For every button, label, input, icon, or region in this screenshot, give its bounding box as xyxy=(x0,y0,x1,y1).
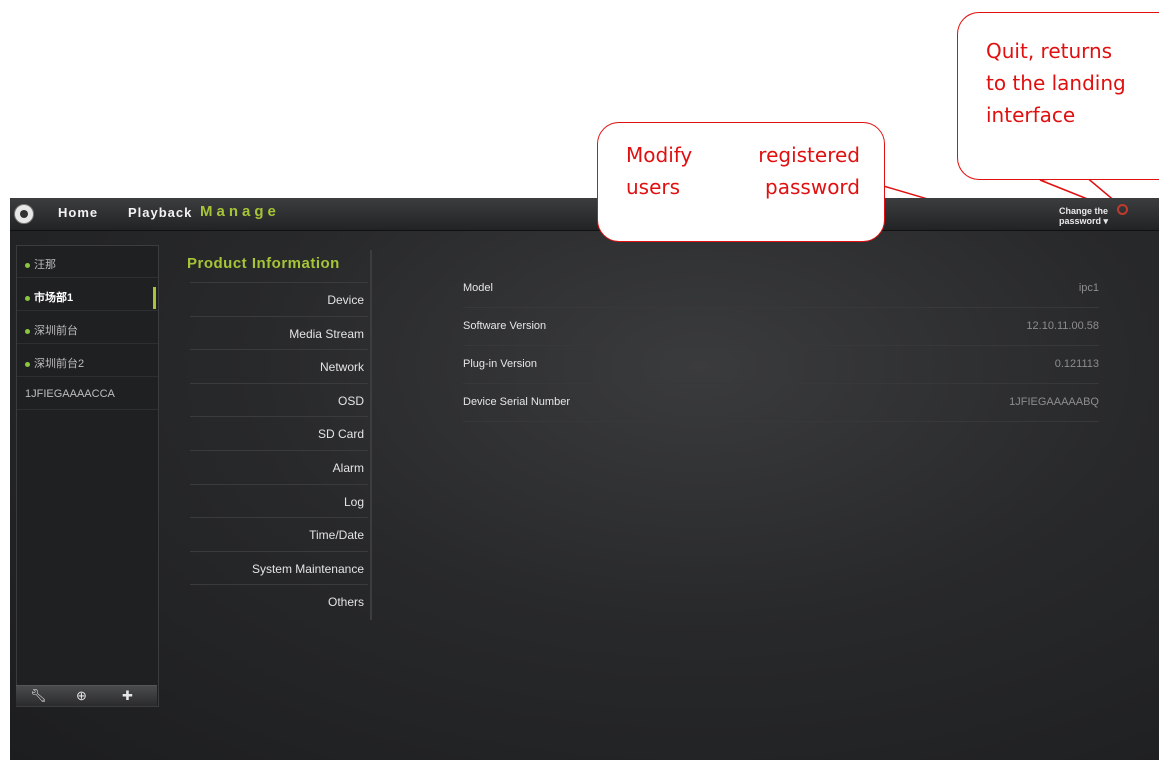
nav-home[interactable]: Home xyxy=(58,205,98,220)
change-password-label-line1: Change the xyxy=(1058,206,1108,216)
info-label: Device Serial Number xyxy=(463,396,570,408)
menu-item[interactable]: OSD xyxy=(190,382,368,416)
menu-item[interactable]: Device xyxy=(190,282,368,315)
info-label: Model xyxy=(463,282,493,294)
device-label: 市场部1 xyxy=(34,292,74,304)
zoom-icon[interactable]: ⊕ xyxy=(76,688,87,704)
online-status-icon xyxy=(25,262,30,268)
change-password-label-line2: password ▾ xyxy=(1058,216,1108,226)
device-list-item[interactable]: 汪那 xyxy=(17,246,158,278)
menu-item[interactable]: Network xyxy=(190,349,368,382)
device-list-item[interactable]: 市场部1 xyxy=(17,279,158,311)
device-list: 汪那市场部1 深圳前台深圳前台2 1JFIEGAAAACCA xyxy=(16,245,159,707)
device-label: 深圳前台2 xyxy=(34,358,85,370)
nav-playback[interactable]: Playback xyxy=(128,205,192,220)
device-list-item[interactable]: 深圳前台 xyxy=(17,312,158,344)
device-label: 深圳前台 xyxy=(34,325,78,337)
power-icon[interactable] xyxy=(1117,204,1128,215)
callout-quit: Quit, returns to the landing interface xyxy=(957,12,1159,180)
online-status-icon xyxy=(25,361,30,367)
device-list-item[interactable]: 深圳前台2 xyxy=(17,345,158,377)
callout-quit-line3: interface xyxy=(986,103,1076,127)
info-label: Plug-in Version xyxy=(463,358,537,370)
callout-quit-line1: Quit, returns xyxy=(986,39,1113,63)
device-label: 1JFIEGAAAACCA xyxy=(25,388,115,400)
menu-heading: Product Information xyxy=(187,255,340,272)
info-value: 1JFIEGAAAAABQ xyxy=(1009,396,1099,408)
top-navigation-bar: Home Playback Manage Change the password… xyxy=(10,198,1159,231)
menu-item[interactable]: Log xyxy=(190,483,368,517)
selected-device-indicator xyxy=(153,287,156,309)
online-status-icon xyxy=(25,295,30,301)
info-row: Device Serial Number 1JFIEGAAAAABQ xyxy=(463,384,1099,422)
wrench-icon[interactable]: 🔧︎ xyxy=(30,688,47,704)
menu-item[interactable]: SD Card xyxy=(190,416,368,449)
info-row: Plug-in Version 0.121113 xyxy=(463,346,1099,384)
online-status-icon xyxy=(25,328,30,334)
menu-item[interactable]: Others xyxy=(190,584,368,617)
callout-change-password: Modify registered users password xyxy=(597,122,885,242)
nav-manage[interactable]: Manage xyxy=(200,203,280,220)
device-toolbar: 🔧︎ ⊕ ✚ xyxy=(16,685,157,706)
device-list-item[interactable]: 1JFIEGAAAACCA xyxy=(17,378,158,410)
menu-item[interactable]: System Maintenance xyxy=(190,550,368,584)
menu-item[interactable]: Time/Date xyxy=(190,517,368,550)
menu-item[interactable]: Alarm xyxy=(190,450,368,483)
info-row: Software Version 12.10.11.00.58 xyxy=(463,308,1099,346)
info-value: ipc1 xyxy=(1078,282,1099,294)
device-label: 汪那 xyxy=(34,259,56,271)
callout-quit-line2: to the landing xyxy=(986,71,1126,95)
menu-item[interactable]: Media Stream xyxy=(190,315,368,349)
change-password-button[interactable]: Change the password ▾ xyxy=(1050,206,1108,226)
add-icon[interactable]: ✚ xyxy=(122,688,133,704)
logo-icon xyxy=(14,204,34,224)
menu-divider xyxy=(370,250,372,620)
info-value: 12.10.11.00.58 xyxy=(1026,320,1099,332)
app-window: Home Playback Manage Change the password… xyxy=(10,198,1159,760)
info-label: Software Version xyxy=(463,320,547,332)
info-value: 0.121113 xyxy=(1054,358,1099,370)
info-row: Model ipc1 xyxy=(463,270,1099,308)
